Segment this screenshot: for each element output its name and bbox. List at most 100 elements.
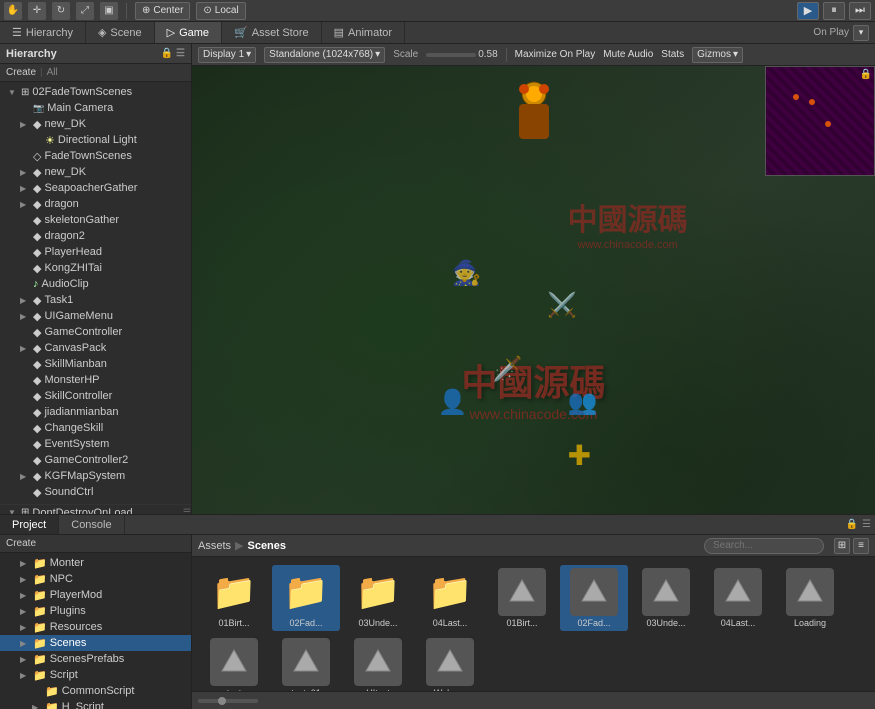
display-dropdown[interactable]: Display 1 ▾ [198, 47, 256, 63]
hierarchy-item-soundctrl[interactable]: ◆ SoundCtrl [0, 484, 191, 500]
asset-loading[interactable]: Loading [776, 565, 844, 631]
scale-value: 0.58 [478, 49, 497, 60]
assets-list-view-btn[interactable]: ≡ [853, 538, 869, 554]
hierarchy-item-dragon[interactable]: ▶ ◆ dragon [0, 196, 191, 212]
stats-label[interactable]: Stats [661, 49, 684, 60]
step-button[interactable]: ⏭ [849, 2, 871, 20]
assets-grid-view-btn[interactable]: ⊞ [834, 538, 850, 554]
hierarchy-item-canvaspack[interactable]: ▶ ◆ CanvasPack [0, 340, 191, 356]
hierarchy-item-uigamemenu[interactable]: ▶ ◆ UIGameMenu [0, 308, 191, 324]
asset-unity-02fad[interactable]: 02Fad... [560, 565, 628, 631]
hierarchy-item-task1[interactable]: ▶ ◆ Task1 [0, 292, 191, 308]
asset-folder-04last[interactable]: 📁 04Last... [416, 565, 484, 631]
hierarchy-item-gamecontroller[interactable]: ◆ GameController [0, 324, 191, 340]
hierarchy-item-seapoacherGather[interactable]: ▶ ◆ SeapoacherGather [0, 180, 191, 196]
resolution-dropdown[interactable]: Standalone (1024x768) ▾ [264, 47, 385, 63]
mute-label[interactable]: Mute Audio [603, 49, 653, 60]
hierarchy-lock-icon[interactable]: 🔒 [161, 48, 173, 59]
on-play-dropdown[interactable]: ▾ [853, 25, 869, 41]
maximize-label[interactable]: Maximize On Play [515, 49, 596, 60]
zoom-slider-track[interactable] [198, 699, 258, 703]
asset-unity-01birt[interactable]: 01Birt... [488, 565, 556, 631]
hierarchy-item-eventsystem[interactable]: ◆ EventSystem [0, 436, 191, 452]
proj-create-label[interactable]: Create [6, 538, 36, 549]
proj-item-script[interactable]: ▶ 📁 Script [0, 667, 191, 683]
tab-scene[interactable]: ◈ Scene [86, 22, 155, 43]
hierarchy-item-kgfmap[interactable]: ▶ ◆ KGFMapSystem [0, 468, 191, 484]
on-play-area: On Play ▾ [813, 22, 875, 43]
minimap-dot-3 [793, 94, 799, 100]
asset-folder-02fad[interactable]: 📁 02Fad... [272, 565, 340, 631]
asset-uitest[interactable]: UItest [344, 635, 412, 691]
asset-unity-04last[interactable]: 04Last... [704, 565, 772, 631]
hand-tool-icon[interactable]: ✋ [4, 2, 22, 20]
animator-tab-icon: ▤ [334, 26, 344, 39]
folder-icon-hscript: 📁 [45, 701, 59, 709]
zoom-slider-thumb[interactable] [218, 697, 226, 705]
hierarchy-item-jiadianmianban[interactable]: ◆ jiadianmianban [0, 404, 191, 420]
breadcrumb-scenes[interactable]: Scenes [247, 540, 286, 552]
asset-welco[interactable]: Welco... [416, 635, 484, 691]
rotate-tool-icon[interactable]: ↻ [52, 2, 70, 20]
play-button[interactable]: ▶ [797, 2, 819, 20]
on-play-label: On Play [813, 27, 849, 38]
asset-folder-03unde[interactable]: 📁 03Unde... [344, 565, 412, 631]
tab-asset-store[interactable]: 🛒 Asset Store [222, 22, 322, 43]
asset-test[interactable]: test [200, 635, 268, 691]
hierarchy-title: Hierarchy [6, 48, 57, 60]
scale-slider[interactable]: 0.58 [426, 49, 497, 60]
breadcrumb: Assets ▶ Scenes [198, 539, 286, 552]
minimap-bg [766, 67, 874, 175]
proj-item-scenes[interactable]: ▶ 📁 Scenes [0, 635, 191, 651]
folder-icon-resources: 📁 [33, 621, 47, 634]
hierarchy-menu-icon[interactable]: ☰ [176, 48, 185, 59]
tab-game[interactable]: ▷ Game [155, 22, 222, 43]
bottom-menu-icon[interactable]: ☰ [862, 519, 871, 530]
proj-item-resources[interactable]: ▶ 📁 Resources [0, 619, 191, 635]
proj-item-playermod[interactable]: ▶ 📁 PlayerMod [0, 587, 191, 603]
proj-item-scenesprefabs[interactable]: ▶ 📁 ScenesPrefabs [0, 651, 191, 667]
scale-tool-icon[interactable]: ⤢ [76, 2, 94, 20]
proj-item-monter[interactable]: ▶ 📁 Monter [0, 555, 191, 571]
asset-unity-03unde[interactable]: 03Unde... [632, 565, 700, 631]
scene-root-item[interactable]: ▼ ⊞ 02FadeTownScenes [0, 84, 191, 100]
hierarchy-item-gamecontroller2[interactable]: ◆ GameController2 [0, 452, 191, 468]
bottom-lock-icon[interactable]: 🔒 [846, 519, 858, 530]
pause-button[interactable]: ⏸ [823, 2, 845, 20]
tab-project[interactable]: Project [0, 515, 59, 534]
gizmos-dropdown[interactable]: Gizmos ▾ [692, 47, 743, 63]
tab-animator[interactable]: ▤ Animator [322, 22, 405, 43]
folder-icon-03: 📁 [354, 568, 402, 616]
asset-folder-01birt[interactable]: 📁 01Birt... [200, 565, 268, 631]
gizmos-chevron: ▾ [733, 49, 738, 60]
hierarchy-item-main-camera[interactable]: 📷 Main Camera [0, 100, 191, 116]
move-tool-icon[interactable]: ✛ [28, 2, 46, 20]
proj-item-commonscript[interactable]: 📁 CommonScript [0, 683, 191, 699]
tab-hierarchy[interactable]: ☰ Hierarchy [0, 22, 86, 43]
rect-tool-icon[interactable]: ▣ [100, 2, 118, 20]
assets-search-input[interactable] [704, 538, 824, 554]
center-button[interactable]: ⊕ Center [135, 2, 190, 20]
hierarchy-item-new-dk2[interactable]: ▶ ◆ new_DK [0, 164, 191, 180]
hierarchy-item-directional-light[interactable]: ☀ Directional Light [0, 132, 191, 148]
proj-item-npc[interactable]: ▶ 📁 NPC [0, 571, 191, 587]
hierarchy-item-new-dk[interactable]: ▶ ◆ new_DK [0, 116, 191, 132]
create-label[interactable]: Create [6, 67, 36, 78]
asset-test01[interactable]: test_01 [272, 635, 340, 691]
welco-icon [426, 638, 474, 686]
hierarchy-item-skillmianban[interactable]: ◆ SkillMianban [0, 356, 191, 372]
hierarchy-item-skillcontroller[interactable]: ◆ SkillController [0, 388, 191, 404]
tab-console[interactable]: Console [59, 515, 124, 534]
hierarchy-item-kongzhitai[interactable]: ◆ KongZHITai [0, 260, 191, 276]
hierarchy-item-skeleton[interactable]: ◆ skeletonGather [0, 212, 191, 228]
local-button[interactable]: ⊙ Local [196, 2, 245, 20]
proj-item-plugins[interactable]: ▶ 📁 Plugins [0, 603, 191, 619]
hierarchy-item-playerhead[interactable]: ◆ PlayerHead [0, 244, 191, 260]
proj-item-hscript[interactable]: ▶ 📁 H_Script [0, 699, 191, 709]
hierarchy-item-audioclip[interactable]: ♪ AudioClip [0, 276, 191, 292]
breadcrumb-assets[interactable]: Assets [198, 540, 231, 552]
hierarchy-item-fade-town[interactable]: ◇ FadeTownScenes [0, 148, 191, 164]
hierarchy-item-monsterhp[interactable]: ◆ MonsterHP [0, 372, 191, 388]
hierarchy-item-changeskill[interactable]: ◆ ChangeSkill [0, 420, 191, 436]
hierarchy-item-dragon2[interactable]: ◆ dragon2 [0, 228, 191, 244]
